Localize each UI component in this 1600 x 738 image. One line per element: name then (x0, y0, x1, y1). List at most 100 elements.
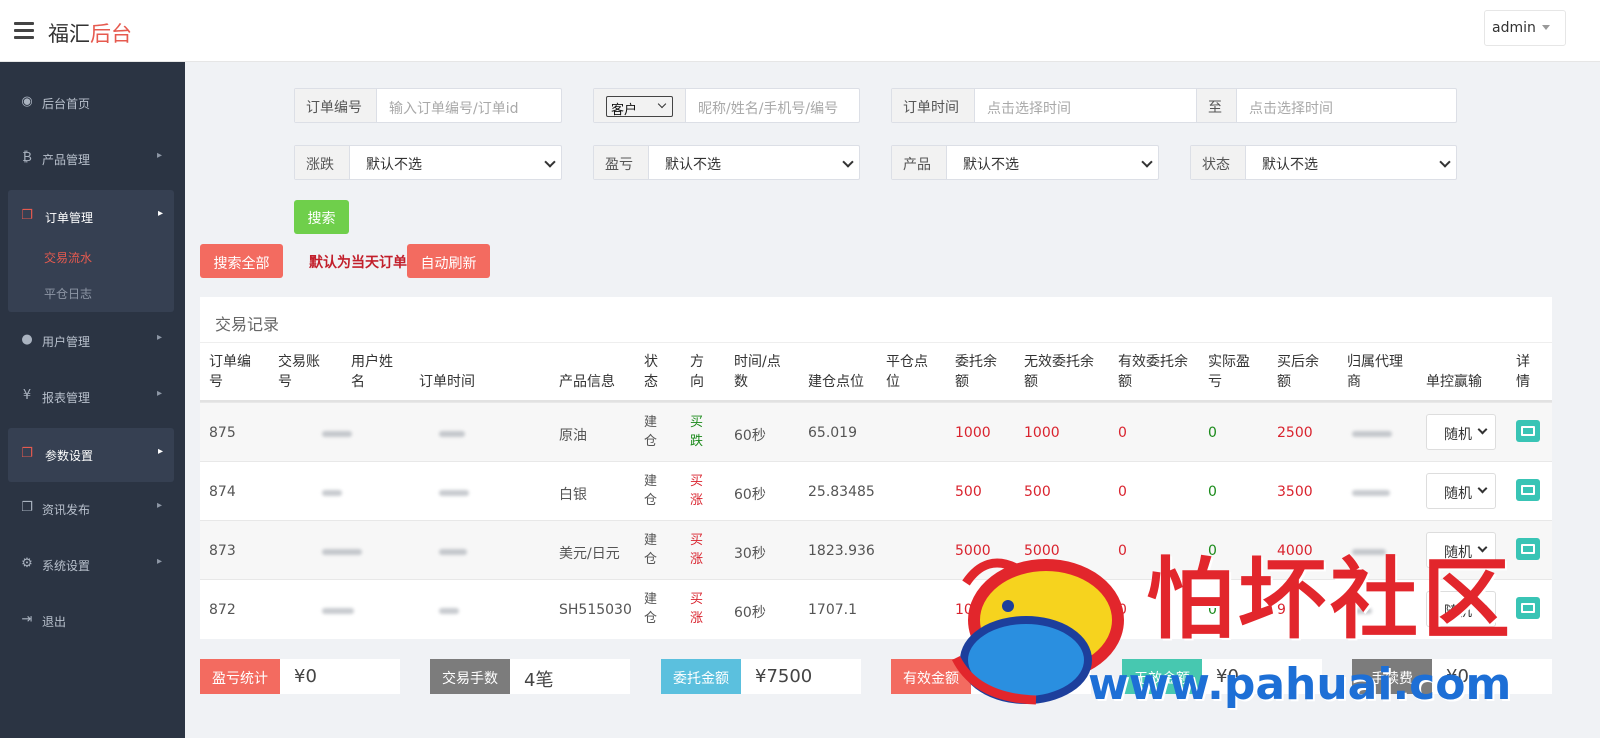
chevron-down-icon (1477, 483, 1488, 494)
stat-label: 委托金额 (661, 659, 741, 694)
watermark-text: 怕坏社区 (1146, 548, 1515, 651)
customer-type-value: 客户 (611, 103, 638, 118)
card-title: 交易记录 (215, 315, 280, 334)
customer-type-wrap: 客户 (594, 89, 686, 122)
cell-open-price: 25.83485 (808, 484, 875, 500)
cell-status: 建 仓 (644, 415, 658, 449)
product-select[interactable]: 默认不选 (963, 154, 1019, 174)
redacted-value (1352, 490, 1390, 496)
cell-product: SH515030 (559, 602, 632, 618)
column-header: 订单时间 (419, 374, 475, 390)
cell-duration: 60秒 (734, 428, 766, 444)
chevron-down-icon (657, 99, 667, 109)
time-from-input[interactable]: 点击选择时间 (987, 98, 1071, 118)
detail-icon[interactable] (1516, 420, 1540, 442)
sign-out-icon: ⇥ (21, 612, 33, 627)
subitem-label: 平仓日志 (44, 287, 93, 301)
win-control-select[interactable]: 随机 (1426, 414, 1496, 450)
search-button[interactable]: 搜索 (294, 200, 349, 234)
column-header: 方 向 (690, 354, 704, 390)
order-no-input[interactable]: 输入订单编号/订单id (389, 98, 519, 118)
order-no-label: 订单编号 (295, 89, 377, 122)
table-row (200, 402, 1552, 461)
user-dropdown[interactable]: admin (1484, 10, 1566, 46)
stat-label: 交易手数 (430, 659, 510, 694)
cell-balance: 2500 (1277, 425, 1313, 441)
cell-pnl: 0 (1208, 425, 1217, 441)
sidebar: ◉ 后台首页 ₿ 产品管理 ▸ ❐ 订单管理 ▸ 交易流水 平仓日志 ● 用户管… (0, 62, 185, 738)
sidebar-item-system[interactable]: ⚙ 系统设置 ▸ (0, 538, 185, 592)
bitcoin-icon: ₿ (22, 150, 32, 165)
column-header: 时间/点 数 (734, 354, 781, 390)
sidebar-subitem-close-log[interactable]: 平仓日志 (8, 274, 174, 312)
rise-fall-filter: 涨跌 默认不选 (294, 145, 562, 180)
sidebar-item-news[interactable]: ❐ 资讯发布 ▸ (0, 482, 185, 536)
status-select[interactable]: 默认不选 (1262, 154, 1318, 174)
customer-input[interactable]: 昵称/姓名/手机号/编号 (698, 98, 838, 118)
win-control-select[interactable]: 随机 (1426, 473, 1496, 509)
rise-fall-select[interactable]: 默认不选 (366, 154, 422, 174)
time-to-label: 至 (1196, 89, 1237, 122)
product-label: 产品 (892, 146, 947, 179)
hamburger-icon[interactable] (14, 22, 34, 39)
copy-icon: ❐ (21, 446, 33, 461)
cell-duration: 60秒 (734, 487, 766, 503)
cell-open-price: 1823.936 (808, 543, 875, 559)
cell-id: 875 (209, 425, 236, 441)
rise-fall-label: 涨跌 (295, 146, 350, 179)
auto-refresh-button[interactable]: 自动刷新 (407, 244, 490, 278)
cell-valid: 0 (1118, 425, 1127, 441)
customer-type-select[interactable]: 客户 (606, 96, 673, 118)
cell-invalid: 1000 (1024, 425, 1060, 441)
cell-invalid: 500 (1024, 484, 1051, 500)
column-header: 买后余 额 (1277, 354, 1319, 390)
sidebar-item-home[interactable]: ◉ 后台首页 (0, 76, 185, 130)
cell-open-price: 65.019 (808, 425, 857, 441)
cell-entrust: 1000 (955, 425, 991, 441)
top-header: 福汇后台 admin (0, 0, 1600, 62)
cell-product: 原油 (559, 428, 587, 444)
column-header: 状 态 (644, 354, 658, 390)
cell-balance: 3500 (1277, 484, 1313, 500)
cell-direction: 买 跌 (690, 415, 704, 449)
detail-icon[interactable] (1516, 479, 1540, 501)
sidebar-item-products[interactable]: ₿ 产品管理 ▸ (0, 132, 185, 186)
table-row (200, 461, 1552, 520)
cell-pnl: 0 (1208, 484, 1217, 500)
cell-status: 建 仓 (644, 592, 658, 626)
cell-id: 873 (209, 543, 236, 559)
sidebar-item-logout[interactable]: ⇥ 退出 (0, 594, 185, 648)
search-all-button[interactable]: 搜索全部 (200, 244, 283, 278)
sidebar-item-settings[interactable]: ❐ 参数设置 ▸ (8, 428, 174, 482)
chevron-right-icon: ▸ (158, 446, 164, 457)
stat-box: 委托金额 ¥7500 (661, 659, 861, 694)
sidebar-item-label: 产品管理 (42, 153, 91, 167)
chevron-down-icon (1141, 156, 1153, 168)
watermark-url: www.pahuai.com (1088, 659, 1512, 710)
sidebar-item-users[interactable]: ● 用户管理 ▸ (0, 314, 185, 368)
cogs-icon: ⚙ (21, 556, 33, 571)
time-to-input[interactable]: 点击选择时间 (1249, 98, 1333, 118)
sidebar-item-orders[interactable]: ❐ 订单管理 ▸ (8, 190, 174, 244)
redacted-value (439, 490, 469, 496)
chevron-down-icon (544, 156, 556, 168)
sidebar-item-reports[interactable]: ¥ 报表管理 ▸ (0, 370, 185, 424)
sidebar-subitem-transactions[interactable]: 交易流水 (8, 238, 174, 276)
stat-value: ¥7500 (755, 666, 813, 687)
stat-box: 盈亏统计 ¥0 (200, 659, 400, 694)
subitem-label: 交易流水 (44, 251, 93, 265)
sidebar-item-label: 退出 (42, 615, 67, 629)
dashboard-icon: ◉ (21, 94, 33, 109)
column-header: 归属代理 商 (1347, 354, 1403, 390)
profit-loss-label: 盈亏 (594, 146, 649, 179)
status-filter: 状态 默认不选 (1190, 145, 1457, 180)
default-today-note: 默认为当天订单 (309, 255, 407, 271)
sidebar-item-label: 报表管理 (42, 391, 91, 405)
yen-icon: ¥ (22, 388, 32, 403)
cell-status: 建 仓 (644, 474, 658, 508)
chevron-down-icon (1477, 424, 1488, 435)
cell-product: 美元/日元 (559, 546, 620, 562)
win-control-value: 随机 (1444, 427, 1472, 443)
profit-loss-select[interactable]: 默认不选 (665, 154, 721, 174)
cell-direction: 买 涨 (690, 592, 704, 626)
